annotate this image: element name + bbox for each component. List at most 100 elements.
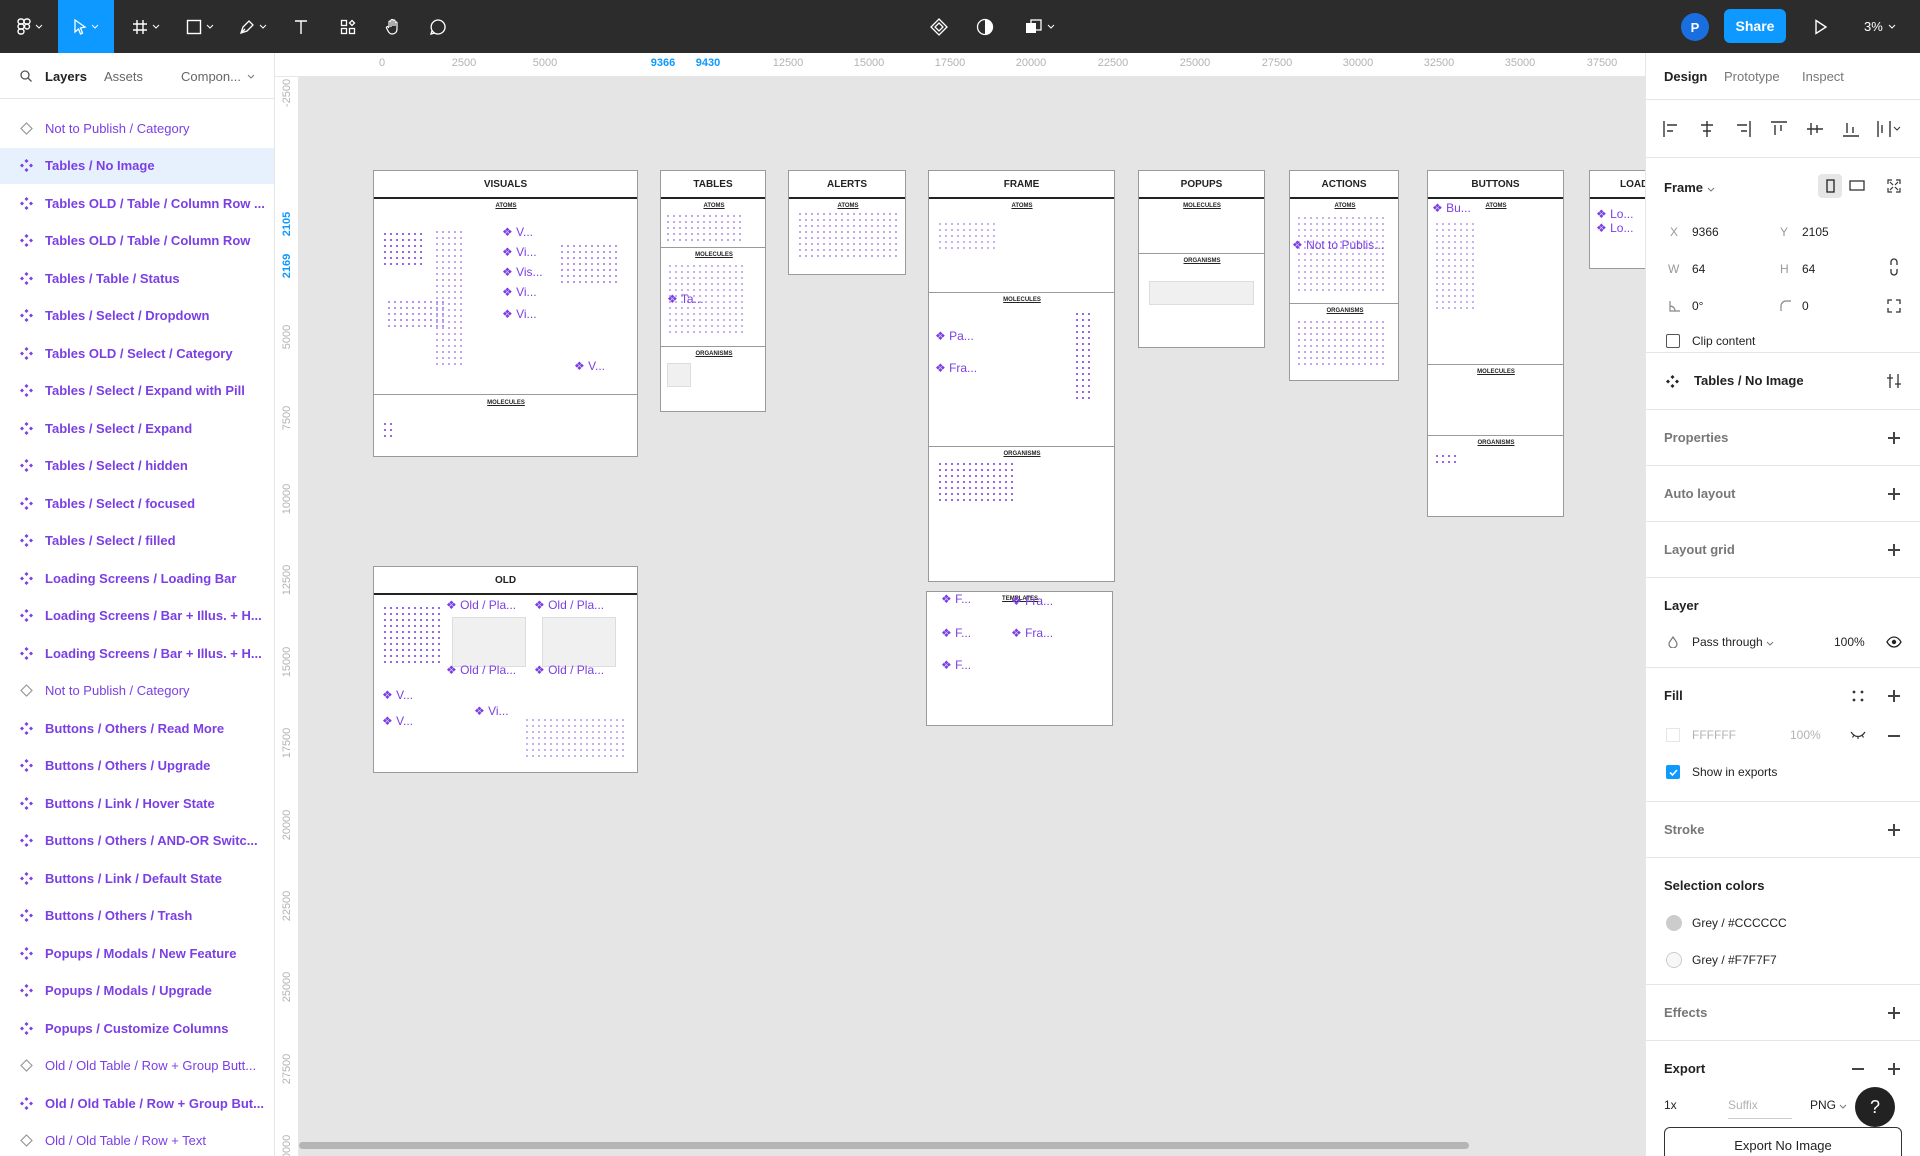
blend-mode-dropdown[interactable]: Pass through — [1692, 635, 1774, 649]
constrain-proportions-icon[interactable] — [1889, 258, 1899, 276]
remove-export-icon[interactable] — [1852, 1068, 1864, 1070]
layer-row[interactable]: Tables / Select / Expand with Pill — [0, 373, 274, 409]
frame-section-title[interactable]: Frame — [1664, 180, 1715, 195]
layer-row[interactable]: Tables OLD / Table / Column Row — [0, 223, 274, 259]
align-horizontal-center-icon[interactable] — [1698, 120, 1716, 138]
move-tool-button[interactable] — [58, 0, 114, 53]
selection-color-name[interactable]: Grey / #CCCCCC — [1692, 916, 1787, 930]
canvas[interactable]: VISUALS ATOMS ❖ V... ❖ Vi... ❖ Vis... ❖ … — [299, 77, 1645, 1156]
color-swatch[interactable] — [1666, 915, 1682, 931]
comment-tool-button[interactable] — [425, 0, 451, 53]
rotation-input[interactable]: 0° — [1692, 299, 1703, 313]
add-stroke-icon[interactable] — [1888, 824, 1900, 836]
style-grid-icon[interactable] — [1852, 690, 1864, 702]
layer-row[interactable]: Old / Old Table / Row + Text — [0, 1123, 274, 1156]
x-input[interactable]: 9366 — [1692, 225, 1719, 239]
layer-row[interactable]: Tables OLD / Select / Category — [0, 335, 274, 371]
layer-row[interactable]: Popups / Modals / New Feature — [0, 935, 274, 971]
layer-row[interactable]: Tables OLD / Table / Column Row ... — [0, 185, 274, 221]
align-vertical-center-icon[interactable] — [1806, 120, 1824, 138]
layer-row[interactable]: Old / Old Table / Row + Group But... — [0, 1085, 274, 1121]
layer-row[interactable]: Popups / Modals / Upgrade — [0, 973, 274, 1009]
export-format-dropdown[interactable]: PNG — [1810, 1098, 1847, 1112]
frame-actions[interactable]: ACTIONS ATOMS ❖ Not to Publis... ORGANIS… — [1289, 170, 1399, 381]
layer-row[interactable]: Tables / Select / hidden — [0, 448, 274, 484]
frame-old[interactable]: OLD ❖ Old / Pla... ❖ Old / Pla... ❖ Old … — [373, 566, 638, 773]
fill-opacity-input[interactable]: 100% — [1790, 728, 1821, 742]
y-input[interactable]: 2105 — [1802, 225, 1829, 239]
tab-inspect[interactable]: Inspect — [1802, 53, 1844, 99]
zoom-dropdown[interactable]: 3% — [1864, 0, 1896, 53]
layer-row[interactable]: Buttons / Others / Read More — [0, 710, 274, 746]
shape-tool-button[interactable] — [180, 0, 220, 53]
frame-visuals[interactable]: VISUALS ATOMS ❖ V... ❖ Vi... ❖ Vis... ❖ … — [373, 170, 638, 457]
component-properties-icon[interactable] — [1886, 373, 1902, 389]
add-fill-icon[interactable] — [1888, 690, 1900, 702]
hand-tool-button[interactable] — [380, 0, 406, 53]
layer-row[interactable]: Popups / Customize Columns — [0, 1010, 274, 1046]
frame-frame[interactable]: FRAME ATOMS MOLECULES ❖ Pa... ❖ Fra... O… — [928, 170, 1115, 582]
tab-prototype[interactable]: Prototype — [1724, 53, 1780, 99]
layer-row[interactable]: Tables / Select / Expand — [0, 410, 274, 446]
add-auto-layout-icon[interactable] — [1888, 488, 1900, 500]
add-effect-icon[interactable] — [1888, 1007, 1900, 1019]
frame-tool-button[interactable] — [128, 0, 164, 53]
align-top-icon[interactable] — [1770, 120, 1788, 138]
horizontal-scrollbar[interactable] — [299, 1142, 1469, 1149]
frame-alerts[interactable]: ALERTS ATOMS — [788, 170, 906, 275]
layer-row[interactable]: Tables / Table / Status — [0, 260, 274, 296]
add-layout-grid-icon[interactable] — [1888, 544, 1900, 556]
layer-row[interactable]: Loading Screens / Bar + Illus. + H... — [0, 598, 274, 634]
eye-icon[interactable] — [1886, 636, 1902, 648]
width-input[interactable]: 64 — [1692, 262, 1705, 276]
frame-popups[interactable]: POPUPS MOLECULES ORGANISMS — [1138, 170, 1265, 348]
show-in-exports-checkbox[interactable] — [1666, 765, 1680, 779]
user-avatar[interactable]: P — [1681, 13, 1709, 41]
height-input[interactable]: 64 — [1802, 262, 1815, 276]
eye-closed-icon[interactable] — [1850, 730, 1866, 740]
layer-row[interactable]: Tables / Select / focused — [0, 485, 274, 521]
distribute-icon[interactable] — [1876, 120, 1902, 138]
text-tool-button[interactable] — [288, 0, 314, 53]
resources-tool-button[interactable] — [335, 0, 361, 53]
add-export-icon[interactable] — [1888, 1063, 1900, 1075]
fill-hex-input[interactable]: FFFFFF — [1692, 728, 1736, 742]
frame-templates[interactable]: TEMPLATES ❖ F... ❖ Fra... ❖ F... ❖ Fra..… — [926, 591, 1113, 726]
layer-row[interactable]: Tables / Select / filled — [0, 523, 274, 559]
remove-fill-icon[interactable] — [1888, 735, 1900, 737]
layer-row[interactable]: Not to Publish / Category — [0, 110, 274, 146]
independent-corners-icon[interactable] — [1886, 298, 1902, 314]
align-right-icon[interactable] — [1734, 120, 1752, 138]
portrait-orientation-button[interactable] — [1818, 174, 1842, 198]
layer-row[interactable]: Old / Old Table / Row + Group Butt... — [0, 1048, 274, 1084]
layer-row[interactable]: Loading Screens / Bar + Illus. + H... — [0, 635, 274, 671]
tab-layers[interactable]: Layers — [45, 53, 87, 99]
share-button[interactable]: Share — [1724, 9, 1786, 43]
tab-design[interactable]: Design — [1664, 53, 1707, 99]
layer-row[interactable]: Buttons / Link / Default State — [0, 860, 274, 896]
frame-tables[interactable]: TABLES ATOMS MOLECULES ❖ Ta... ORGANISMS — [660, 170, 766, 412]
layer-row[interactable]: Buttons / Others / Upgrade — [0, 748, 274, 784]
layer-row[interactable]: Buttons / Others / AND-OR Switc... — [0, 823, 274, 859]
main-menu-button[interactable] — [10, 0, 50, 53]
help-button[interactable]: ? — [1855, 1087, 1895, 1127]
radius-input[interactable]: 0 — [1802, 299, 1809, 313]
mask-button[interactable] — [974, 0, 996, 53]
layer-opacity-input[interactable]: 100% — [1834, 635, 1865, 649]
layer-row[interactable]: Not to Publish / Category — [0, 673, 274, 709]
search-icon[interactable] — [20, 70, 32, 82]
present-button[interactable] — [1808, 0, 1834, 53]
resize-to-fit-icon[interactable] — [1886, 178, 1902, 194]
component-name[interactable]: Tables / No Image — [1694, 373, 1804, 388]
export-suffix-input[interactable]: Suffix — [1728, 1098, 1792, 1119]
pen-tool-button[interactable] — [233, 0, 273, 53]
layer-row[interactable]: Tables / No Image — [0, 147, 274, 184]
selection-color-name[interactable]: Grey / #F7F7F7 — [1692, 953, 1777, 967]
layer-row[interactable]: Buttons / Others / Trash — [0, 898, 274, 934]
export-button[interactable]: Export No Image — [1664, 1127, 1902, 1156]
add-property-icon[interactable] — [1888, 432, 1900, 444]
layer-row[interactable]: Buttons / Link / Hover State — [0, 785, 274, 821]
tab-assets[interactable]: Assets — [104, 53, 143, 99]
fill-swatch[interactable] — [1666, 728, 1680, 742]
create-component-button[interactable] — [928, 0, 950, 53]
